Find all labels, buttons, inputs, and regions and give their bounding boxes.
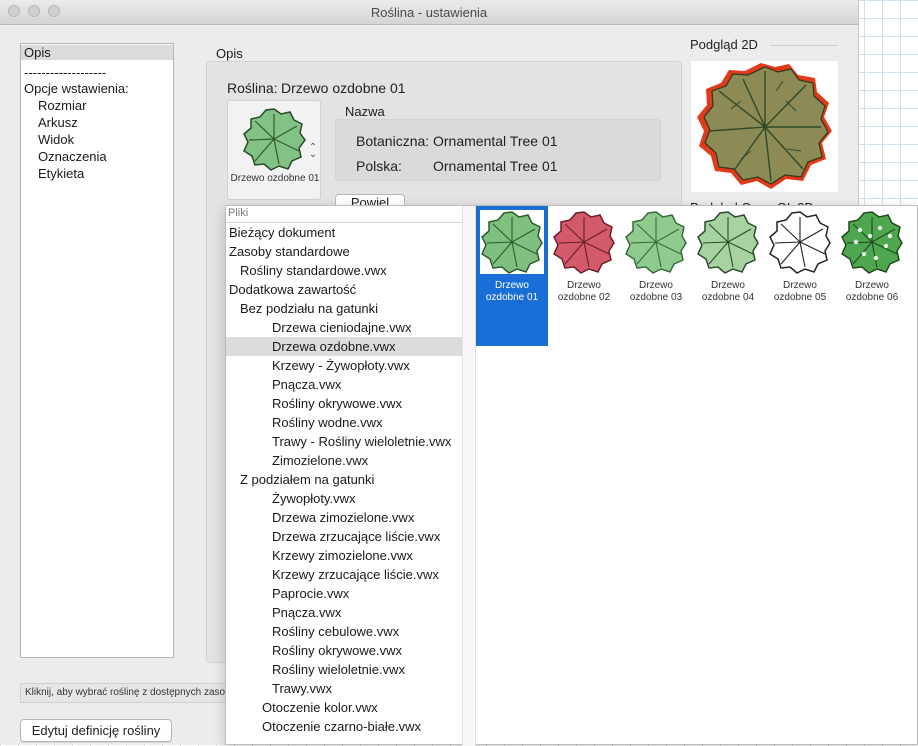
plant-picker-popup[interactable]: Pliki Bieżący dokument Zasoby standardowe… [225, 205, 918, 746]
file-tree-item[interactable]: Trawy - Rośliny wieloletnie.vwx [226, 432, 462, 451]
file-tree-item[interactable]: Żywopłoty.vwx [226, 489, 462, 508]
symbol-caption: Drzewo ozdobne 05 [764, 280, 836, 304]
symbol-caption-line2: ozdobne 05 [773, 292, 827, 303]
polish-value: Ornamental Tree 01 [433, 158, 558, 174]
tree-scrollbar[interactable] [462, 206, 476, 746]
symbol-cell[interactable]: Drzewo ozdobne 05 [764, 206, 836, 346]
symbol-caption-line2: ozdobne 01 [485, 292, 539, 303]
file-tree-item[interactable]: Trawy.vwx [226, 679, 462, 698]
file-tree-item[interactable]: Krzewy - Żywopłoty.vwx [226, 356, 462, 375]
symbol-caption: Drzewo ozdobne 03 [620, 280, 692, 304]
category-widok[interactable]: Widok [38, 132, 74, 147]
symbol-caption-line1: Drzewo [639, 280, 673, 291]
category-arkusz[interactable]: Arkusz [38, 115, 78, 130]
symbol-cell[interactable]: Drzewo ozdobne 01 [476, 206, 548, 346]
file-tree-item[interactable]: Zasoby standardowe [226, 242, 462, 261]
file-tree-item[interactable]: Bieżący dokument [226, 223, 462, 242]
file-tree-item[interactable]: Z podziałem na gatunki [226, 470, 462, 489]
category-rozmiar[interactable]: Rozmiar [38, 98, 86, 113]
tree-green-icon [624, 210, 688, 274]
file-tree-item[interactable]: Dodatkowa zawartość [226, 280, 462, 299]
file-tree-item[interactable]: Otoczenie kolor.vwx [226, 698, 462, 717]
symbol-caption: Drzewo ozdobne 01 [476, 280, 548, 304]
symbol-stepper[interactable]: ⌃ ⌄ [307, 143, 319, 160]
polish-label: Polska: [356, 158, 402, 174]
file-tree-item[interactable]: Rośliny cebulowe.vwx [226, 622, 462, 641]
tree-outline-icon [768, 210, 832, 274]
category-etykieta[interactable]: Etykieta [38, 166, 84, 181]
window-title: Roślina - ustawienia [370, 5, 488, 20]
file-tree-item[interactable]: Rośliny okrywowe.vwx [226, 641, 462, 660]
symbol-cell[interactable]: Drzewo ozdobne 02 [548, 206, 620, 346]
preview-2d-title: Podgląd 2D [690, 37, 758, 52]
file-tree-item[interactable]: Drzewa ozdobne.vwx [226, 337, 462, 356]
file-tree-item[interactable]: Zimozielone.vwx [226, 451, 462, 470]
file-tree-item[interactable]: Drzewa zrzucające liście.vwx [226, 527, 462, 546]
category-options-header: Opcje wstawienia: [24, 81, 129, 96]
symbol-caption-line2: ozdobne 04 [701, 292, 755, 303]
botanical-label: Botaniczna: [356, 133, 430, 149]
symbol-caption-line1: Drzewo [783, 280, 817, 291]
category-opis[interactable]: Opis [21, 45, 173, 60]
plant-name: Drzewo ozdobne 01 [281, 80, 406, 96]
tree-preview-icon [697, 63, 832, 189]
edit-plant-definition-button[interactable]: Edytuj definicję rośliny [20, 719, 172, 742]
plant-label: Roślina: [227, 80, 278, 96]
symbol-caption: Drzewo ozdobne 06 [836, 280, 908, 304]
symbol-caption-line2: ozdobne 06 [845, 292, 899, 303]
file-tree-item[interactable]: Krzewy zrzucające liście.vwx [226, 565, 462, 584]
file-tree-item[interactable]: Pnącza.vwx [226, 375, 462, 394]
symbol-caption-line1: Drzewo [711, 280, 745, 291]
symbol-caption-line1: Drzewo [567, 280, 601, 291]
file-tree-item[interactable]: Drzewa cieniodajne.vwx [226, 318, 462, 337]
tree-green-icon [696, 210, 760, 274]
preview-title-divider [770, 45, 838, 46]
category-oznaczenia[interactable]: Oznaczenia [38, 149, 107, 164]
symbol-grid[interactable]: Drzewo ozdobne 01 Drzewo ozdobne 02 Drzewo oz… [476, 206, 917, 346]
tree-green-icon [480, 210, 544, 274]
file-tree[interactable]: Pliki Bieżący dokument Zasoby standardowe… [226, 206, 462, 746]
chevron-down-icon[interactable]: ⌄ [307, 150, 319, 160]
symbol-caption-line1: Drzewo [855, 280, 889, 291]
symbol-cell[interactable]: Drzewo ozdobne 04 [692, 206, 764, 346]
symbol-caption: Drzewo ozdobne 04 [692, 280, 764, 304]
preview-2d-canvas [691, 61, 838, 192]
tree-red-icon [552, 210, 616, 274]
file-tree-item[interactable]: Bez podziału na gatunki [226, 299, 462, 318]
opis-section-label: Opis [216, 46, 243, 61]
file-tree-item[interactable]: Drzewa zimozielone.vwx [226, 508, 462, 527]
plant-thumb-caption: Drzewo ozdobne 01 [230, 173, 320, 184]
tree-flower-icon [840, 210, 904, 274]
file-tree-item[interactable]: Paprocie.vwx [226, 584, 462, 603]
files-header: Pliki [228, 207, 249, 219]
botanical-value: Ornamental Tree 01 [433, 133, 558, 149]
symbol-caption-line1: Drzewo [495, 280, 529, 291]
nazwa-section-label: Nazwa [345, 104, 385, 119]
file-tree-item[interactable]: Krzewy zimozielone.vwx [226, 546, 462, 565]
file-tree-item[interactable]: Rośliny okrywowe.vwx [226, 394, 462, 413]
file-tree-item[interactable]: Rośliny wodne.vwx [226, 413, 462, 432]
file-tree-item[interactable]: Pnącza.vwx [226, 603, 462, 622]
file-tree-item[interactable]: Rośliny wieloletnie.vwx [226, 660, 462, 679]
file-tree-item[interactable]: Rośliny standardowe.vwx [226, 261, 462, 280]
symbol-caption-line2: ozdobne 02 [557, 292, 611, 303]
tree-green-icon [243, 108, 306, 171]
category-separator: ------------------- [24, 65, 107, 80]
status-hint: Kliknij, aby wybrać roślinę z dostępnych… [20, 683, 230, 703]
symbol-cell[interactable]: Drzewo ozdobne 03 [620, 206, 692, 346]
settings-category-list[interactable]: Opis ------------------- Opcje wstawieni… [20, 43, 174, 658]
file-tree-item[interactable]: Otoczenie czarno-białe.vwx [226, 717, 462, 736]
symbol-cell[interactable]: Drzewo ozdobne 06 [836, 206, 908, 346]
symbol-caption-line2: ozdobne 03 [629, 292, 683, 303]
symbol-caption: Drzewo ozdobne 02 [548, 280, 620, 304]
